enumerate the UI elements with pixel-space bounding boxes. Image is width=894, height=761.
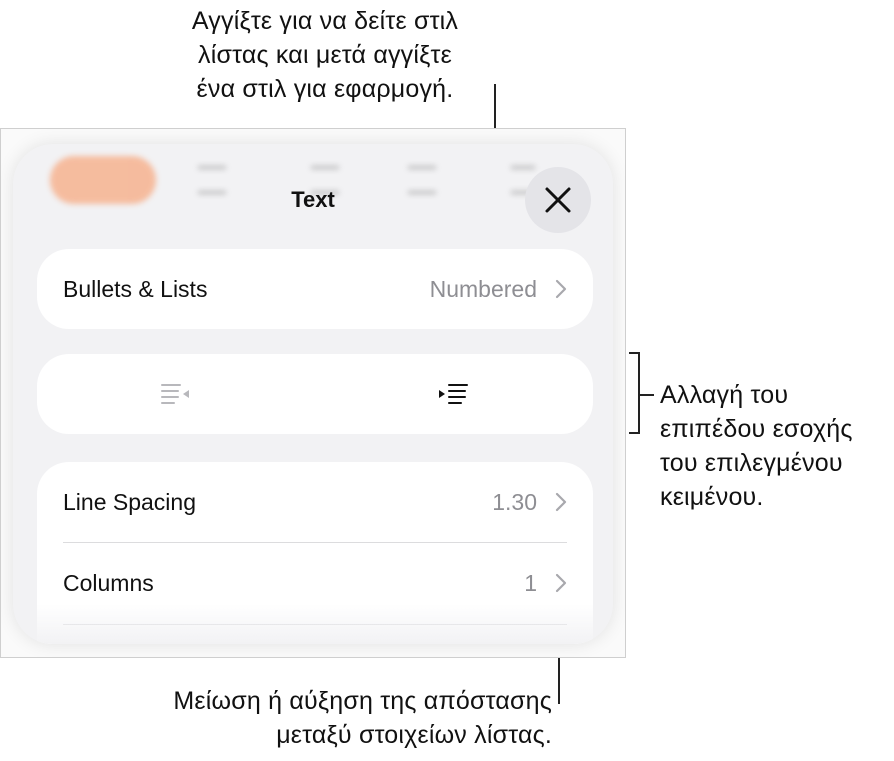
callout-line: επιπέδου εσοχής [660, 415, 853, 443]
bullets-lists-row[interactable]: Bullets & Lists Numbered [37, 249, 593, 329]
columns-label: Columns [63, 569, 154, 596]
callout-indent-level: Αλλαγή του επιπέδου εσοχής του επιλεγμέν… [660, 378, 894, 514]
increase-indent-button[interactable] [315, 354, 593, 434]
increase-indent-icon [439, 384, 468, 404]
line-spacing-row[interactable]: Line Spacing 1.30 [37, 462, 593, 542]
callout-line: μεταξύ στοιχείων λίστας. [276, 721, 552, 749]
panel-title: Text [291, 187, 335, 212]
decrease-indent-button[interactable] [37, 354, 315, 434]
callout-line: ένα στιλ για εφαρμογή. [196, 75, 454, 103]
bullets-lists-value: Numbered [429, 275, 537, 302]
chevron-right-icon [555, 279, 567, 299]
line-spacing-value: 1.30 [492, 488, 537, 515]
close-icon [545, 187, 571, 213]
callout-list-spacing: Μείωση ή αύξηση της απόστασης μεταξύ στο… [60, 684, 552, 752]
chevron-right-icon [555, 573, 567, 593]
chevron-right-icon [555, 492, 567, 512]
callout-line: Μείωση ή αύξηση της απόστασης [173, 687, 552, 715]
screenshot-frame: Text Bullets & Lists Numbered Line Spaci… [0, 128, 626, 658]
decrease-indent-icon [161, 384, 189, 404]
scroll-fade [13, 604, 613, 644]
callout-line: Αλλαγή του [660, 381, 789, 409]
line-spacing-label: Line Spacing [63, 488, 196, 515]
bullets-lists-card: Bullets & Lists Numbered [37, 249, 593, 329]
indent-controls-card [37, 354, 593, 434]
callout-list-style: Αγγίξτε για να δείτε στιλ λίστας και μετ… [150, 4, 500, 106]
text-format-panel: Text Bullets & Lists Numbered Line Spaci… [13, 144, 613, 644]
close-button[interactable] [525, 167, 591, 233]
callout-line: λίστας και μετά αγγίξτε [198, 41, 452, 69]
callout-line: κειμένου. [660, 483, 764, 511]
columns-value: 1 [524, 569, 537, 596]
callout-line: του επιλεγμένου [660, 449, 843, 477]
callout-line: Αγγίξτε για να δείτε στιλ [191, 7, 459, 35]
bullets-lists-label: Bullets & Lists [63, 275, 208, 302]
